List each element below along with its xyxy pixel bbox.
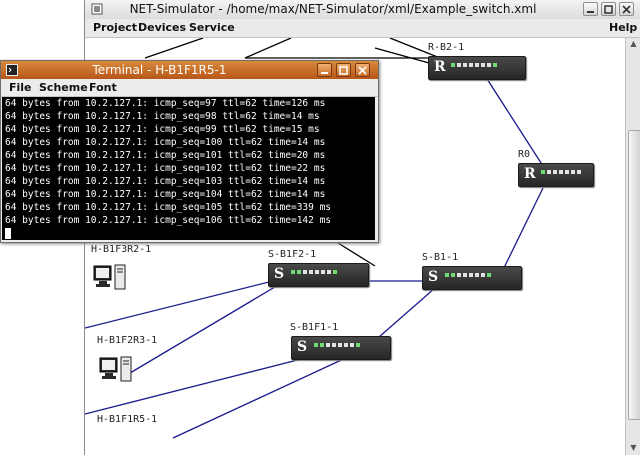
link-sb1f2-host — [124, 280, 286, 377]
link-black-1 — [144, 38, 204, 59]
close-icon — [358, 66, 367, 75]
maximize-icon — [339, 66, 348, 75]
maximize-button[interactable] — [601, 2, 616, 16]
menubar: Project Devices Service Help — [85, 19, 640, 38]
terminal-line: 64 bytes from 10.2.127.1: icmp_seq=100 t… — [5, 137, 326, 148]
terminal-titlebar[interactable]: Terminal - H-B1F1R5-1 — [1, 61, 378, 79]
terminal-line: 64 bytes from 10.2.127.1: icmp_seq=97 tt… — [5, 98, 326, 109]
device-label: S-B1F2-1 — [268, 249, 317, 260]
terminal-minimize-button[interactable] — [317, 63, 332, 77]
port-leds — [541, 170, 581, 174]
port-leds — [445, 273, 491, 277]
scrollbar-thumb[interactable] — [628, 130, 640, 420]
menu-scheme[interactable]: Scheme — [39, 81, 88, 94]
router-icon: R — [524, 166, 536, 182]
link-r-b2-r0 — [479, 67, 544, 167]
link-black-2 — [244, 38, 292, 59]
router-device[interactable]: R — [428, 56, 526, 80]
menu-project[interactable]: Project — [93, 21, 137, 34]
main-titlebar[interactable]: NET-Simulator - /home/max/NET-Simulator/… — [85, 0, 640, 20]
minimize-icon — [321, 72, 328, 74]
window-title: NET-Simulator - /home/max/NET-Simulator/… — [129, 2, 537, 16]
switch-icon: S — [274, 266, 285, 282]
menu-devices[interactable]: Devices — [138, 21, 186, 34]
host-label: H-B1F2R3-1 — [97, 335, 158, 346]
port-leds — [451, 63, 497, 67]
router-icon: R — [434, 59, 446, 75]
terminal-close-button[interactable] — [355, 63, 370, 77]
router-device[interactable]: R — [518, 163, 594, 187]
terminal-window: Terminal - H-B1F1R5-1 File Scheme Font 6… — [0, 60, 379, 243]
scroll-down-arrow-icon[interactable]: ▼ — [628, 442, 639, 454]
host-label: H-B1F1R5-1 — [97, 414, 158, 425]
scroll-up-arrow-icon[interactable]: ▲ — [628, 38, 639, 50]
terminal-line: 64 bytes from 10.2.127.1: icmp_seq=104 t… — [5, 189, 326, 200]
switch-icon: S — [428, 269, 439, 285]
link-sb1f1-host — [172, 355, 351, 439]
maximize-icon — [604, 5, 613, 14]
vertical-scrollbar[interactable]: ▲ ▼ — [625, 38, 640, 455]
switch-icon: S — [297, 339, 308, 355]
terminal-maximize-button[interactable] — [336, 63, 351, 77]
switch-device[interactable]: S — [422, 266, 522, 290]
terminal-output[interactable]: 64 bytes from 10.2.127.1: icmp_seq=97 tt… — [2, 97, 375, 240]
switch-device[interactable]: S — [268, 263, 369, 287]
menu-font[interactable]: Font — [89, 81, 117, 94]
host-computer-icon[interactable] — [92, 263, 128, 291]
terminal-line: 64 bytes from 10.2.127.1: icmp_seq=106 t… — [5, 215, 332, 226]
terminal-line: 64 bytes from 10.2.127.1: icmp_seq=102 t… — [5, 163, 326, 174]
terminal-line: 64 bytes from 10.2.127.1: icmp_seq=105 t… — [5, 202, 332, 213]
menu-service[interactable]: Service — [189, 21, 235, 34]
link-r0-s-b1 — [499, 187, 544, 277]
host-label: H-B1F3R2-1 — [91, 244, 152, 255]
terminal-line: 64 bytes from 10.2.127.1: icmp_seq=98 tt… — [5, 111, 320, 122]
menu-file[interactable]: File — [9, 81, 32, 94]
minimize-button[interactable] — [583, 2, 598, 16]
terminal-cursor — [5, 228, 11, 239]
switch-device[interactable]: S — [291, 336, 391, 360]
port-leds — [314, 343, 360, 347]
terminal-menubar: File Scheme Font — [1, 79, 378, 97]
port-leds — [291, 270, 337, 274]
host-computer-icon[interactable] — [98, 355, 134, 383]
terminal-title: Terminal - H-B1F1R5-1 — [92, 63, 227, 77]
device-label: S-B1-1 — [422, 252, 459, 263]
terminal-line: 64 bytes from 10.2.127.1: icmp_seq=103 t… — [5, 176, 326, 187]
device-label: R-B2-1 — [428, 42, 465, 53]
terminal-line: 64 bytes from 10.2.127.1: icmp_seq=99 tt… — [5, 124, 320, 135]
minimize-icon — [587, 11, 594, 13]
device-label: S-B1F1-1 — [290, 322, 339, 333]
close-icon — [622, 5, 631, 14]
device-label: R0 — [518, 149, 531, 160]
menu-help[interactable]: Help — [609, 21, 637, 34]
close-button[interactable] — [619, 2, 634, 16]
terminal-line: 64 bytes from 10.2.127.1: icmp_seq=101 t… — [5, 150, 326, 161]
